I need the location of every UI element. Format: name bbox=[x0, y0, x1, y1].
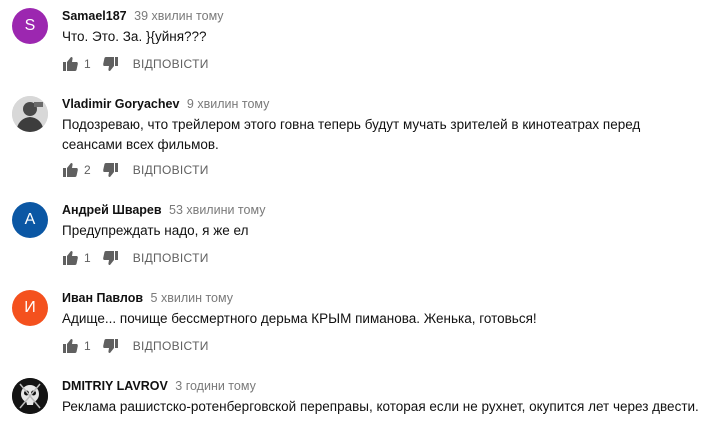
thumbs-up-icon[interactable] bbox=[62, 250, 78, 266]
comment-header: Vladimir Goryachev 9 хвилин тому bbox=[62, 97, 269, 111]
avatar[interactable]: И bbox=[12, 290, 48, 326]
comment-header: Иван Павлов 5 хвилин тому bbox=[62, 291, 233, 305]
thumbs-up-icon[interactable] bbox=[62, 162, 78, 178]
comment-time[interactable]: 9 хвилин тому bbox=[187, 97, 269, 111]
avatar-letter: А bbox=[24, 211, 36, 228]
thumbs-down-icon[interactable] bbox=[103, 250, 119, 266]
comment-author[interactable]: Иван Павлов bbox=[62, 291, 143, 305]
comment-time[interactable]: 39 хвилин тому bbox=[134, 9, 223, 23]
avatar-letter: S bbox=[24, 17, 36, 34]
avatar[interactable] bbox=[12, 96, 48, 132]
thumbs-down-icon[interactable] bbox=[103, 162, 119, 178]
reply-button[interactable]: ВІДПОВІСТИ bbox=[133, 163, 209, 177]
comment-actions: 1 ВІДПОВІСТИ bbox=[62, 248, 209, 268]
thumbs-down-icon[interactable] bbox=[103, 338, 119, 354]
comment-time[interactable]: 5 хвилин тому bbox=[151, 291, 233, 305]
comment-actions: 2 ВІДПОВІСТИ bbox=[62, 160, 209, 180]
reply-button[interactable]: ВІДПОВІСТИ bbox=[133, 57, 209, 71]
comment-header: Андрей Шварев 53 хвилини тому bbox=[62, 203, 265, 217]
comment-author[interactable]: DMITRIY LAVROV bbox=[62, 379, 168, 393]
comment-time[interactable]: 53 хвилини тому bbox=[169, 203, 265, 217]
thumbs-down-icon[interactable] bbox=[103, 56, 119, 72]
comment-actions: 1 ВІДПОВІСТИ bbox=[62, 54, 209, 74]
comment-author[interactable]: Samael187 bbox=[62, 9, 127, 23]
avatar-letter: И bbox=[24, 299, 36, 316]
comment-time[interactable]: 3 години тому bbox=[175, 379, 256, 393]
comment-text: Подозреваю, что трейлером этого говна те… bbox=[62, 117, 641, 152]
thumbs-up-icon[interactable] bbox=[62, 56, 78, 72]
like-count: 1 bbox=[84, 57, 91, 71]
comment-author[interactable]: Vladimir Goryachev bbox=[62, 97, 179, 111]
avatar[interactable]: S bbox=[12, 8, 48, 44]
reply-button[interactable]: ВІДПОВІСТИ bbox=[133, 339, 209, 353]
like-count: 1 bbox=[84, 339, 91, 353]
comment-text: Адище... почище бессмертного дерьма КРЫМ… bbox=[62, 311, 537, 326]
comment-actions: 1 ВІДПОВІСТИ bbox=[62, 336, 209, 356]
avatar[interactable] bbox=[12, 378, 48, 414]
reply-button[interactable]: ВІДПОВІСТИ bbox=[133, 251, 209, 265]
comment-text: Предупреждать надо, я же ел bbox=[62, 223, 249, 238]
comment-text: Что. Это. За. }{уйня??? bbox=[62, 29, 207, 44]
like-count: 2 bbox=[84, 163, 91, 177]
comment-header: DMITRIY LAVROV 3 години тому bbox=[62, 379, 256, 393]
comment-text: Реклама рашистско-ротенберговской перепр… bbox=[62, 399, 699, 414]
comment-author[interactable]: Андрей Шварев bbox=[62, 203, 162, 217]
like-count: 1 bbox=[84, 251, 91, 265]
comment-header: Samael187 39 хвилин тому bbox=[62, 9, 224, 23]
thumbs-up-icon[interactable] bbox=[62, 338, 78, 354]
avatar[interactable]: А bbox=[12, 202, 48, 238]
